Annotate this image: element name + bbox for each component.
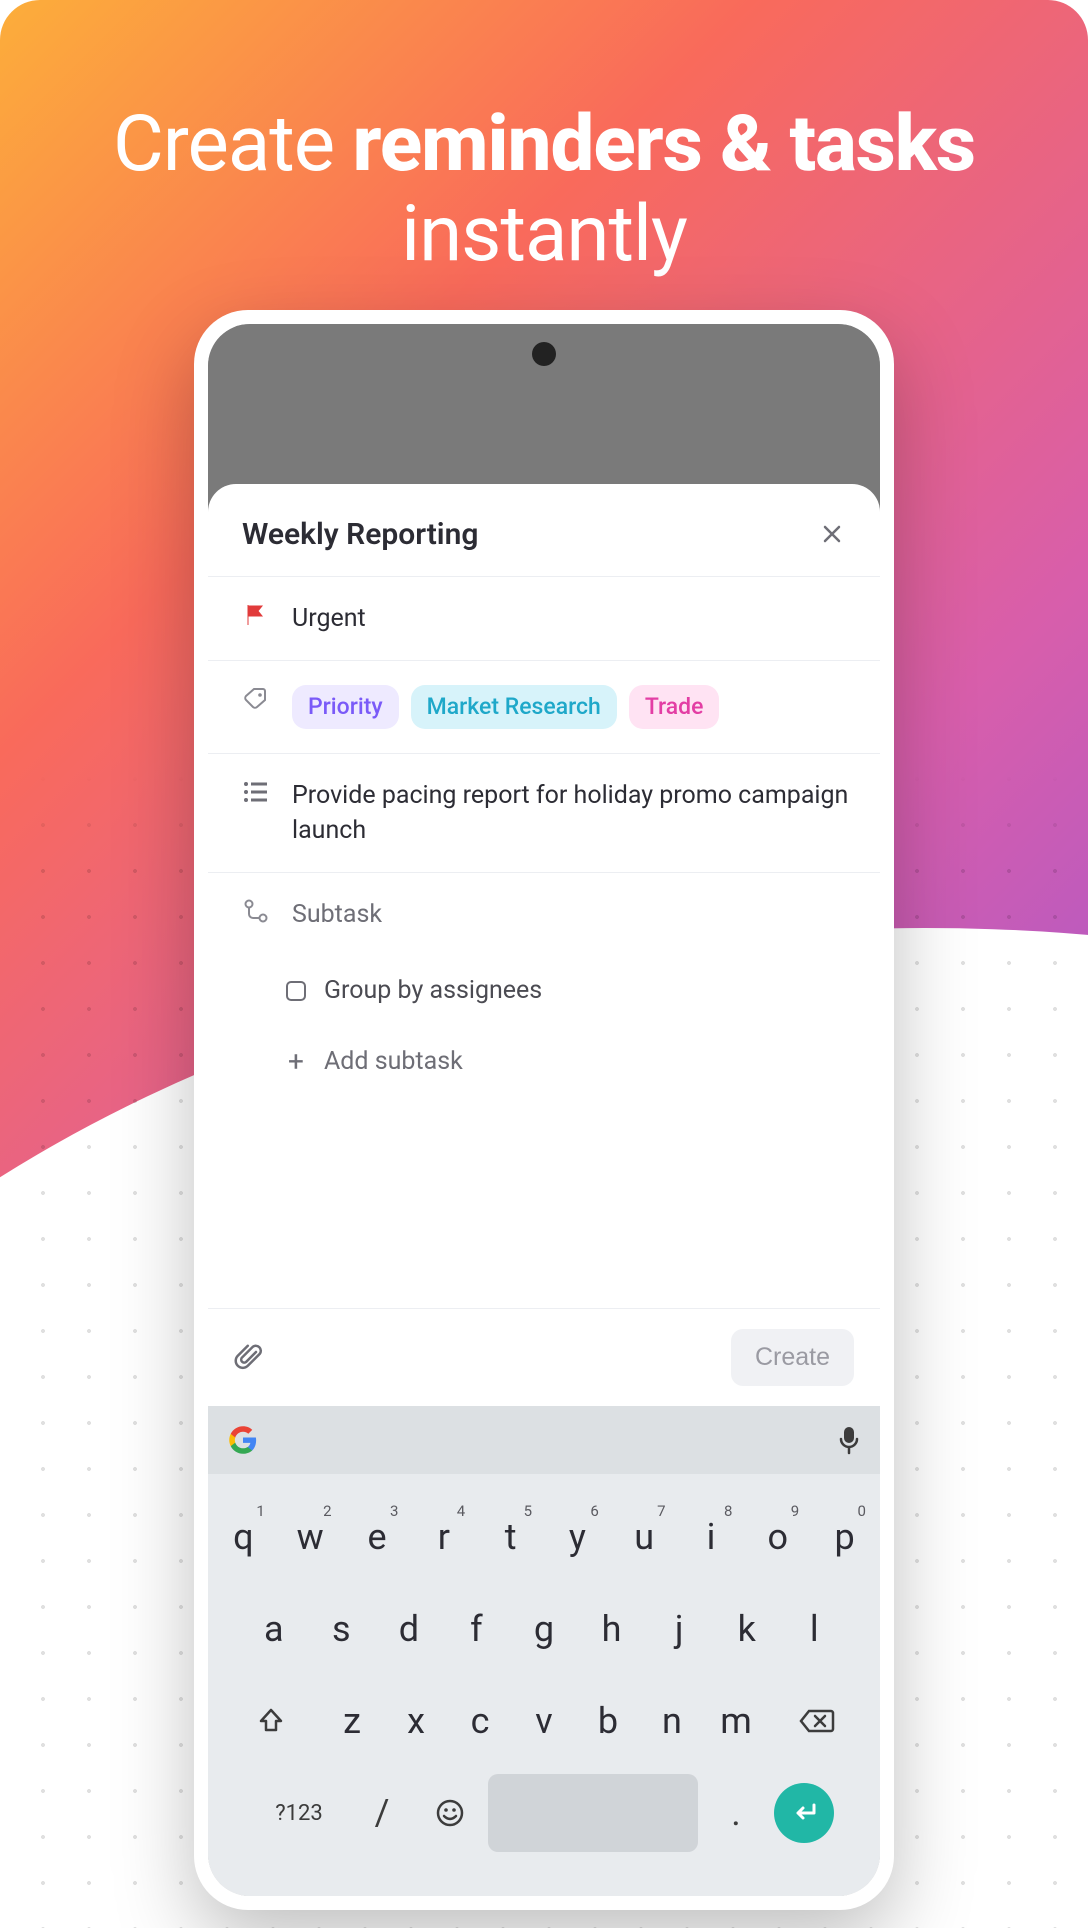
subtask-item[interactable]: Group by assignees — [208, 956, 880, 1025]
key-e[interactable]: e3 — [348, 1498, 407, 1576]
key-o[interactable]: o9 — [748, 1498, 807, 1576]
description-row[interactable]: Provide pacing report for holiday promo … — [208, 753, 880, 872]
priority-label: Urgent — [292, 601, 852, 636]
key-s[interactable]: s — [312, 1590, 372, 1668]
symbols-key[interactable]: ?123 — [254, 1774, 344, 1852]
emoji-key[interactable] — [420, 1774, 480, 1852]
period-key[interactable]: . — [706, 1774, 766, 1852]
add-subtask-row[interactable]: + Add subtask — [208, 1025, 880, 1098]
checkbox-icon[interactable] — [286, 981, 306, 1001]
key-n[interactable]: n — [644, 1682, 700, 1760]
tag-icon — [242, 685, 270, 713]
key-v[interactable]: v — [516, 1682, 572, 1760]
plus-icon: + — [286, 1045, 306, 1078]
key-u[interactable]: u7 — [615, 1498, 674, 1576]
microphone-icon[interactable] — [838, 1425, 860, 1455]
key-m[interactable]: m — [708, 1682, 764, 1760]
enter-key[interactable] — [774, 1774, 834, 1852]
headline-bold: reminders & tasks — [353, 99, 975, 190]
list-icon — [242, 778, 270, 806]
key-p[interactable]: p0 — [815, 1498, 874, 1576]
phone-frame: Weekly Reporting Urgent Priority Market R… — [194, 310, 894, 1910]
key-x[interactable]: x — [388, 1682, 444, 1760]
key-g[interactable]: g — [514, 1590, 574, 1668]
key-r[interactable]: r4 — [414, 1498, 473, 1576]
headline-pre: Create — [113, 99, 353, 190]
priority-row[interactable]: Urgent — [208, 576, 880, 660]
key-a[interactable]: a — [244, 1590, 304, 1668]
key-i[interactable]: i8 — [682, 1498, 741, 1576]
tags-row[interactable]: Priority Market Research Trade — [208, 660, 880, 753]
key-h[interactable]: h — [582, 1590, 642, 1668]
key-w[interactable]: w2 — [281, 1498, 340, 1576]
key-f[interactable]: f — [447, 1590, 507, 1668]
key-l[interactable]: l — [784, 1590, 844, 1668]
subtask-header-row[interactable]: Subtask — [208, 872, 880, 956]
add-subtask-label: Add subtask — [324, 1047, 463, 1076]
key-y[interactable]: y6 — [548, 1498, 607, 1576]
slash-key[interactable]: / — [352, 1774, 412, 1852]
tag-chip[interactable]: Trade — [629, 685, 720, 729]
backspace-key[interactable] — [772, 1682, 862, 1760]
promo-headline: Create reminders & tasks instantly — [0, 0, 1088, 279]
key-z[interactable]: z — [324, 1682, 380, 1760]
flag-icon — [242, 601, 270, 629]
keyboard-search-bar[interactable] — [208, 1406, 880, 1474]
key-t[interactable]: t5 — [481, 1498, 540, 1576]
on-screen-keyboard: q1w2e3r4t5y6u7i8o9p0 asdfghjkl zxcvbnm ?… — [208, 1406, 880, 1896]
subtask-label: Group by assignees — [324, 976, 542, 1005]
close-icon[interactable] — [812, 514, 852, 554]
create-button[interactable]: Create — [731, 1329, 854, 1386]
subtask-icon — [242, 897, 270, 925]
tag-chip[interactable]: Priority — [292, 685, 399, 729]
camera-hole — [532, 342, 556, 366]
key-d[interactable]: d — [379, 1590, 439, 1668]
sheet-header: Weekly Reporting — [208, 484, 880, 576]
google-logo-icon — [228, 1425, 258, 1455]
key-k[interactable]: k — [717, 1590, 777, 1668]
task-create-sheet: Weekly Reporting Urgent Priority Market R… — [208, 484, 880, 1896]
phone-screen: Weekly Reporting Urgent Priority Market R… — [208, 324, 880, 1896]
key-b[interactable]: b — [580, 1682, 636, 1760]
shift-key[interactable] — [226, 1682, 316, 1760]
tag-chip[interactable]: Market Research — [411, 685, 617, 729]
space-key[interactable] — [488, 1774, 698, 1852]
headline-post: instantly — [401, 189, 687, 280]
description-text: Provide pacing report for holiday promo … — [292, 778, 852, 848]
subtask-header-label: Subtask — [292, 897, 852, 932]
key-c[interactable]: c — [452, 1682, 508, 1760]
keyboard-rows: q1w2e3r4t5y6u7i8o9p0 asdfghjkl zxcvbnm ?… — [208, 1474, 880, 1852]
task-title-input[interactable]: Weekly Reporting — [242, 517, 478, 552]
attachment-icon[interactable] — [234, 1342, 264, 1374]
sheet-footer: Create — [208, 1308, 880, 1406]
key-j[interactable]: j — [649, 1590, 709, 1668]
tags-container: Priority Market Research Trade — [292, 685, 852, 729]
key-q[interactable]: q1 — [214, 1498, 273, 1576]
